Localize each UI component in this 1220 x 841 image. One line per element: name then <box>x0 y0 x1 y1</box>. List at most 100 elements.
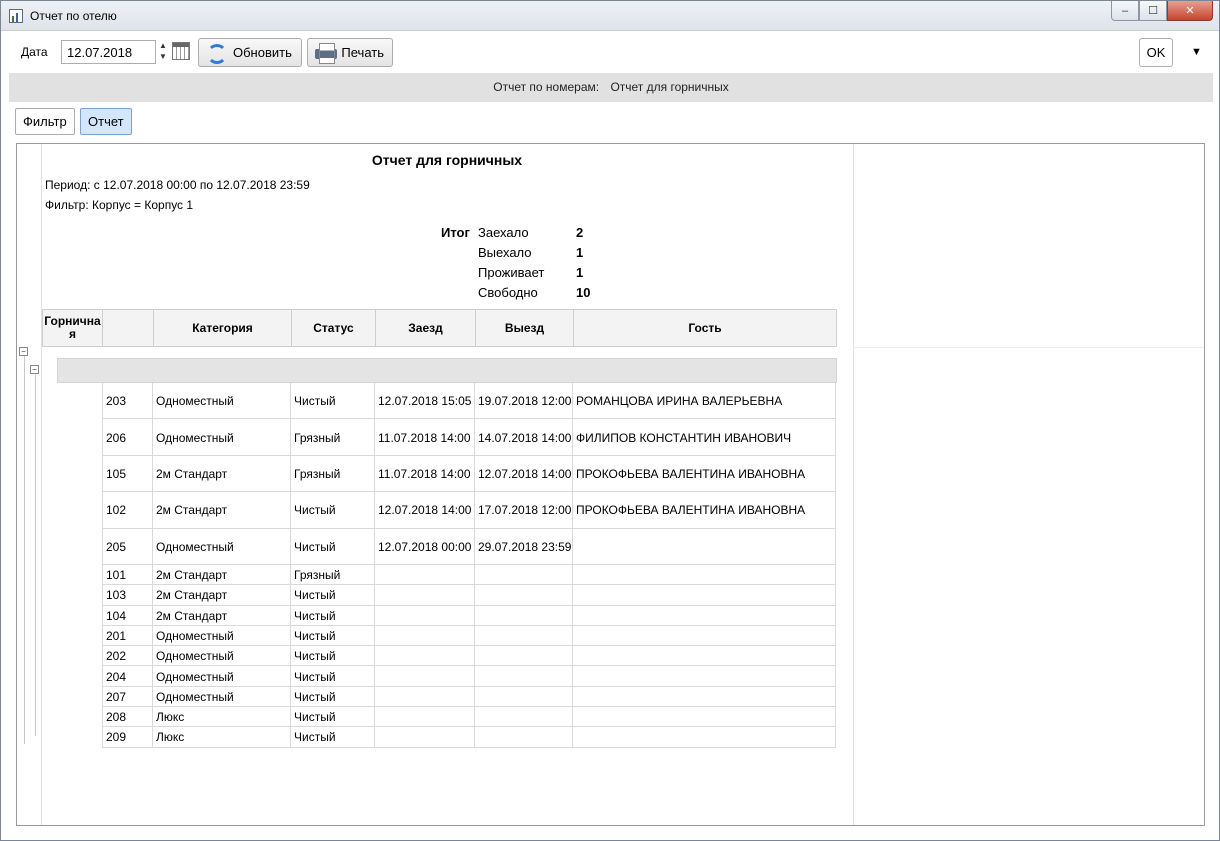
refresh-label: Обновить <box>233 45 292 60</box>
table-row[interactable]: 203 Одноместный Чистый 12.07.2018 15:05 19.0… <box>102 383 836 420</box>
print-label: Печать <box>341 45 384 60</box>
category-cell: 2м Стандарт <box>153 564 291 586</box>
table-row[interactable]: 102 2м Стандарт Чистый 12.07.2018 14:00 17.0… <box>102 492 836 529</box>
guest-cell <box>573 727 836 748</box>
category-cell: 2м Стандарт <box>153 492 291 529</box>
checkin-cell <box>375 564 475 586</box>
table-row[interactable]: 205 Одноместный Чистый 12.07.2018 00:00 29.0… <box>102 528 836 565</box>
status-cell: Чистый <box>291 666 375 687</box>
refresh-button[interactable]: Обновить <box>198 38 302 67</box>
table-row[interactable]: 105 2м Стандарт Грязный 11.07.2018 14:00 12.… <box>102 455 836 493</box>
spin-down-icon[interactable]: ▼ <box>157 51 169 62</box>
date-input[interactable]: 12.07.2018 <box>61 40 156 64</box>
guest-cell: ПРОКОФЬЕВА ВАЛЕНТИНА ИВАНОВНА <box>573 492 836 529</box>
status-cell: Чистый <box>291 625 375 647</box>
close-button[interactable]: ✕ <box>1167 1 1213 21</box>
col-guest[interactable]: Гость <box>574 309 837 347</box>
table-row[interactable]: 206 Одноместный Грязный 11.07.2018 14:00 14.… <box>102 419 836 456</box>
ok-button[interactable]: OK <box>1139 38 1173 67</box>
category-cell: Одноместный <box>153 528 291 565</box>
group-row <box>57 358 837 383</box>
collapse-icon[interactable]: − <box>19 347 28 356</box>
collapse-icon[interactable]: − <box>30 365 39 374</box>
guest-cell: ФИЛИПОВ КОНСТАНТИН ИВАНОВИЧ <box>573 419 836 456</box>
checkin-cell <box>375 707 475 728</box>
guest-cell <box>573 666 836 687</box>
col-category[interactable]: Категория <box>154 309 292 347</box>
status-cell: Чистый <box>291 707 375 728</box>
table-row[interactable]: 104 2м Стандарт Чистый <box>102 605 836 626</box>
toolbar: Дата 12.07.2018 ▲ ▼ Обновить Печать OK ▼ <box>9 32 1213 72</box>
room-cell: 207 <box>102 686 153 708</box>
status-cell: Чистый <box>291 383 375 420</box>
room-cell: 206 <box>102 419 153 456</box>
table-row[interactable]: 208 Люкс Чистый <box>102 707 836 728</box>
summary-value: 2 <box>576 225 584 240</box>
checkout-cell <box>475 707 573 728</box>
table-row[interactable]: 101 2м Стандарт Грязный <box>102 564 836 586</box>
print-button[interactable]: Печать <box>307 38 393 67</box>
guest-cell: ПРОКОФЬЕВА ВАЛЕНТИНА ИВАНОВНА <box>573 455 836 493</box>
table-row[interactable]: 202 Одноместный Чистый <box>102 646 836 667</box>
table-row[interactable]: 204 Одноместный Чистый <box>102 666 836 687</box>
summary-value: 1 <box>576 265 584 280</box>
checkin-cell: 11.07.2018 14:00 <box>375 419 475 456</box>
col-checkout[interactable]: Выезд <box>476 309 574 347</box>
col-checkin[interactable]: Заезд <box>376 309 476 347</box>
table-row[interactable]: 201 Одноместный Чистый <box>102 625 836 647</box>
summary-label: Проживает <box>478 265 545 280</box>
checkout-cell <box>475 605 573 626</box>
dropdown-arrow-icon[interactable]: ▼ <box>1191 46 1202 58</box>
refresh-icon <box>205 42 227 64</box>
guest-cell <box>573 528 836 565</box>
col-room[interactable] <box>103 309 154 347</box>
tab-report[interactable]: Отчет <box>80 108 132 135</box>
col-status[interactable]: Статус <box>292 309 376 347</box>
room-cell: 203 <box>102 383 153 420</box>
tab-filter[interactable]: Фильтр <box>15 108 75 135</box>
checkin-cell <box>375 666 475 687</box>
checkout-cell <box>475 646 573 667</box>
table-row[interactable]: 209 Люкс Чистый <box>102 727 836 748</box>
table-row[interactable]: 207 Одноместный Чистый <box>102 686 836 708</box>
room-cell: 201 <box>102 625 153 647</box>
col-maid[interactable]: Горничная <box>42 309 103 347</box>
maximize-button[interactable]: ☐ <box>1139 1 1167 21</box>
checkout-cell <box>475 564 573 586</box>
checkout-cell <box>475 686 573 708</box>
panel-divider <box>853 144 854 825</box>
checkin-cell <box>375 686 475 708</box>
table-row[interactable]: 103 2м Стандарт Чистый <box>102 585 836 606</box>
guest-cell <box>573 585 836 606</box>
panel-divider <box>41 144 42 825</box>
report-period: Период: с 12.07.2018 00:00 по 12.07.2018… <box>45 178 310 192</box>
date-spinner[interactable]: ▲ ▼ <box>157 40 169 64</box>
checkout-cell: 17.07.2018 12:00 <box>475 492 573 529</box>
summary-value: 10 <box>576 285 591 300</box>
guest-cell <box>573 707 836 728</box>
grid-rows: 203 Одноместный Чистый 12.07.2018 15:05 19.0… <box>102 383 836 748</box>
guest-cell <box>573 605 836 626</box>
category-cell: Одноместный <box>153 646 291 667</box>
status-cell: Чистый <box>291 646 375 667</box>
checkin-cell: 11.07.2018 14:00 <box>375 455 475 493</box>
status-cell: Чистый <box>291 585 375 606</box>
checkout-cell <box>475 625 573 647</box>
calendar-icon[interactable] <box>172 42 190 60</box>
tree-line <box>24 352 25 744</box>
summary-label: Выехало <box>478 245 532 260</box>
checkout-cell: 29.07.2018 23:59 <box>475 528 573 565</box>
status-cell: Чистый <box>291 605 375 626</box>
report-panel: Отчет для горничных Период: с 12.07.2018… <box>16 143 1205 826</box>
minimize-button[interactable]: – <box>1111 1 1139 21</box>
guest-cell: РОМАНЦОВА ИРИНА ВАЛЕРЬЕВНА <box>573 383 836 420</box>
report-filter: Фильтр: Корпус = Корпус 1 <box>45 198 194 212</box>
status-cell: Чистый <box>291 492 375 529</box>
spin-up-icon[interactable]: ▲ <box>157 40 169 51</box>
category-cell: Люкс <box>153 707 291 728</box>
category-cell: Люкс <box>153 727 291 748</box>
category-cell: Одноместный <box>153 419 291 456</box>
report-title: Отчет для горничных <box>371 152 523 168</box>
category-cell: 2м Стандарт <box>153 455 291 493</box>
summary-title: Итог <box>441 225 470 240</box>
